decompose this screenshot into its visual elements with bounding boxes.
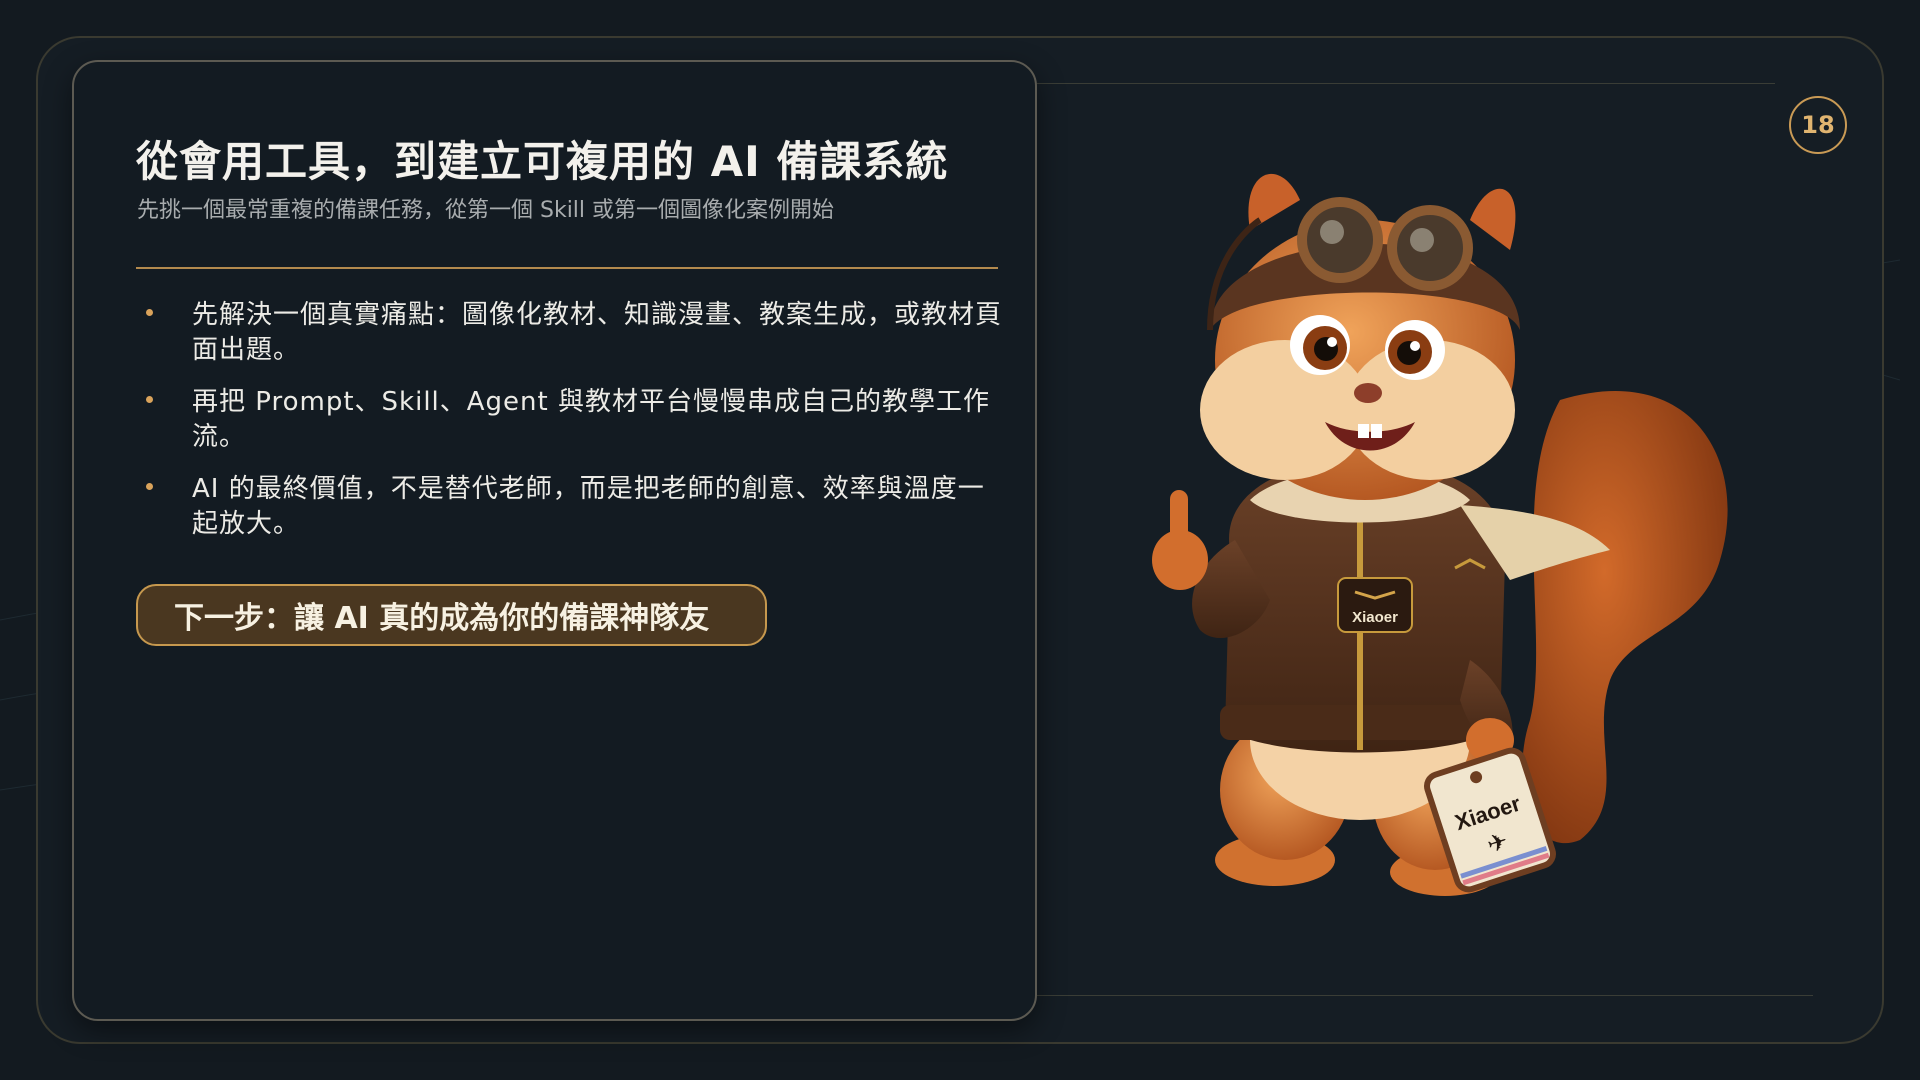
jacket-badge: Xiaoer	[1337, 577, 1413, 633]
pilot-squirrel-mascot-icon: Xiaoer Xiaoer ✈	[1152, 173, 1728, 896]
svg-text:Xiaoer: Xiaoer	[1352, 609, 1398, 626]
title-divider	[136, 267, 998, 269]
slide-number: 18	[1789, 96, 1847, 154]
bullet-text: AI 的最終價值，不是替代老師，而是把老師的創意、效率與溫度一起放大。	[192, 474, 985, 539]
slide-subtitle: 先挑一個最常重複的備課任務，從第一個 Skill 或第一個圖像化案例開始	[137, 198, 835, 223]
bottom-decorative-line	[1037, 995, 1813, 996]
top-decorative-line	[1037, 83, 1775, 84]
bullet-item: AI 的最終價值，不是替代老師，而是把老師的創意、效率與溫度一起放大。	[136, 472, 1006, 542]
next-step-button[interactable]: 下一步：讓 AI 真的成為你的備課神隊友	[136, 584, 767, 646]
bullet-dot-icon	[146, 483, 153, 490]
bullet-item: 先解決一個真實痛點：圖像化教材、知識漫畫、教案生成，或教材頁面出題。	[136, 298, 1006, 368]
bullet-text: 先解決一個真實痛點：圖像化教材、知識漫畫、教案生成，或教材頁面出題。	[192, 300, 1003, 365]
bullet-dot-icon	[146, 396, 153, 403]
slide-title: 從會用工具，到建立可複用的 AI 備課系統	[136, 137, 949, 186]
bullet-item: 再把 Prompt、Skill、Agent 與教材平台慢慢串成自己的教學工作流。	[136, 385, 1006, 455]
bullet-text: 再把 Prompt、Skill、Agent 與教材平台慢慢串成自己的教學工作流。	[192, 387, 990, 452]
bullet-list: 先解決一個真實痛點：圖像化教材、知識漫畫、教案生成，或教材頁面出題。 再把 Pr…	[136, 298, 1006, 559]
bullet-dot-icon	[146, 309, 153, 316]
